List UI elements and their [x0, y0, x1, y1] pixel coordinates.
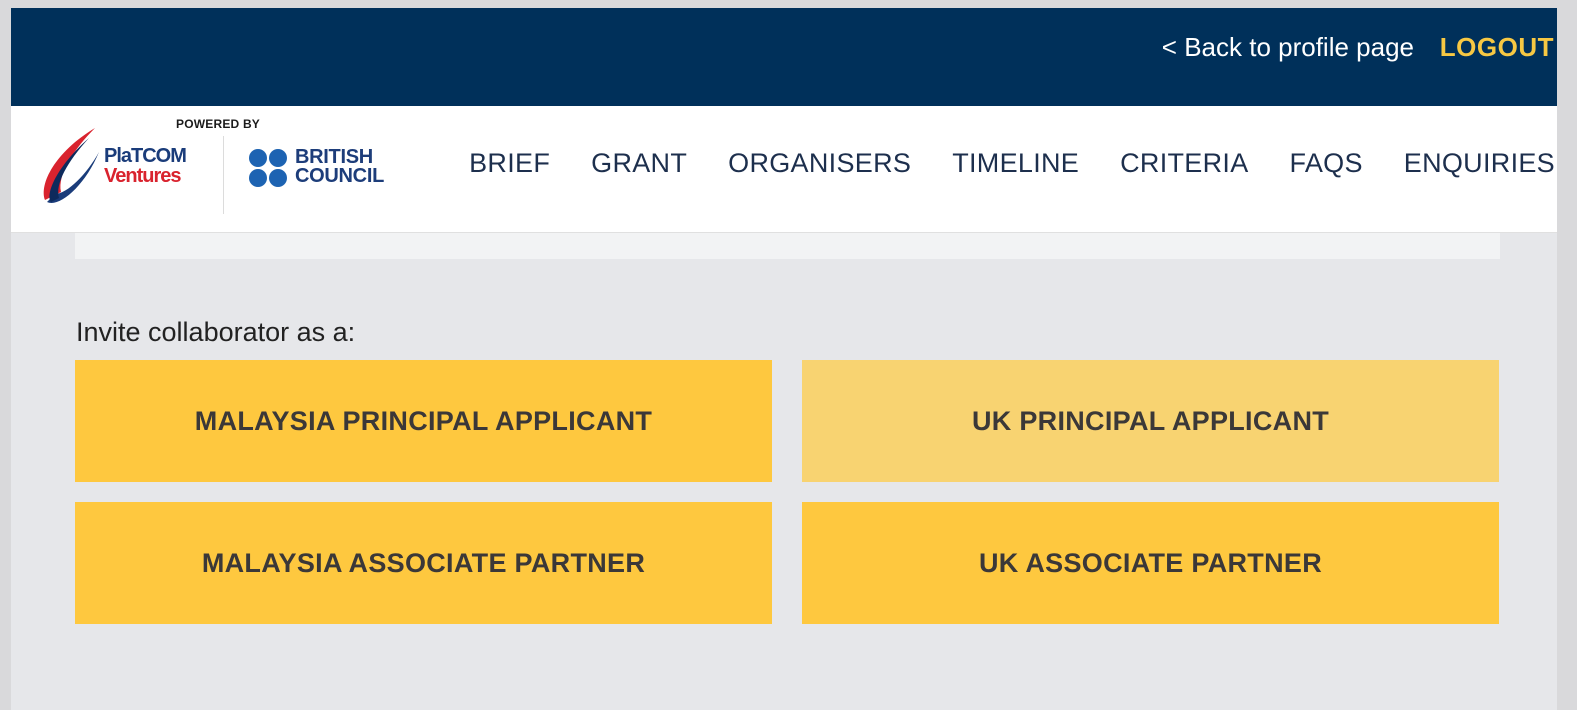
platcom-logo-icon [43, 128, 99, 203]
british-council-wordmark: BRITISH COUNCIL [295, 147, 385, 187]
main-navigation: POWERED BY PlaTCOM Ventures BRITISH COUN… [11, 106, 1557, 233]
nav-item-organisers[interactable]: ORGANISERS [728, 146, 911, 180]
malaysia-principal-applicant-button[interactable]: MALAYSIA PRINCIPAL APPLICANT [75, 360, 772, 482]
british-council-line2: COUNCIL [295, 165, 385, 187]
top-bar: < Back to profile page LOGOUT [11, 8, 1557, 106]
nav-item-enquiries[interactable]: ENQUIRIES [1404, 146, 1555, 180]
uk-principal-applicant-button[interactable]: UK PRINCIPAL APPLICANT [802, 360, 1499, 482]
nav-item-faqs[interactable]: FAQS [1290, 146, 1363, 180]
page-frame: < Back to profile page LOGOUT POWERED BY… [11, 8, 1557, 710]
platcom-wordmark-line1: PlaTCOM [104, 145, 187, 167]
powered-by-label: POWERED BY [176, 117, 261, 131]
logout-link[interactable]: LOGOUT [1440, 30, 1554, 64]
content-panel-bottom [75, 233, 1500, 259]
invite-collaborator-label: Invite collaborator as a: [76, 317, 356, 347]
back-to-profile-link[interactable]: < Back to profile page [1162, 30, 1414, 64]
uk-associate-partner-button[interactable]: UK ASSOCIATE PARTNER [802, 502, 1499, 624]
nav-menu: BRIEF GRANT ORGANISERS TIMELINE CRITERIA… [428, 146, 1555, 180]
platcom-wordmark-line2: Ventures [104, 165, 181, 187]
nav-item-grant[interactable]: GRANT [591, 146, 687, 180]
logo-divider [223, 136, 224, 214]
platcom-wordmark: PlaTCOM Ventures [104, 145, 187, 187]
nav-item-timeline[interactable]: TIMELINE [952, 146, 1079, 180]
nav-item-brief[interactable]: BRIEF [469, 146, 550, 180]
logo-area[interactable]: POWERED BY PlaTCOM Ventures BRITISH COUN… [37, 106, 397, 232]
nav-item-criteria[interactable]: CRITERIA [1120, 146, 1248, 180]
british-council-dots-icon [249, 149, 289, 189]
malaysia-associate-partner-button[interactable]: MALAYSIA ASSOCIATE PARTNER [75, 502, 772, 624]
